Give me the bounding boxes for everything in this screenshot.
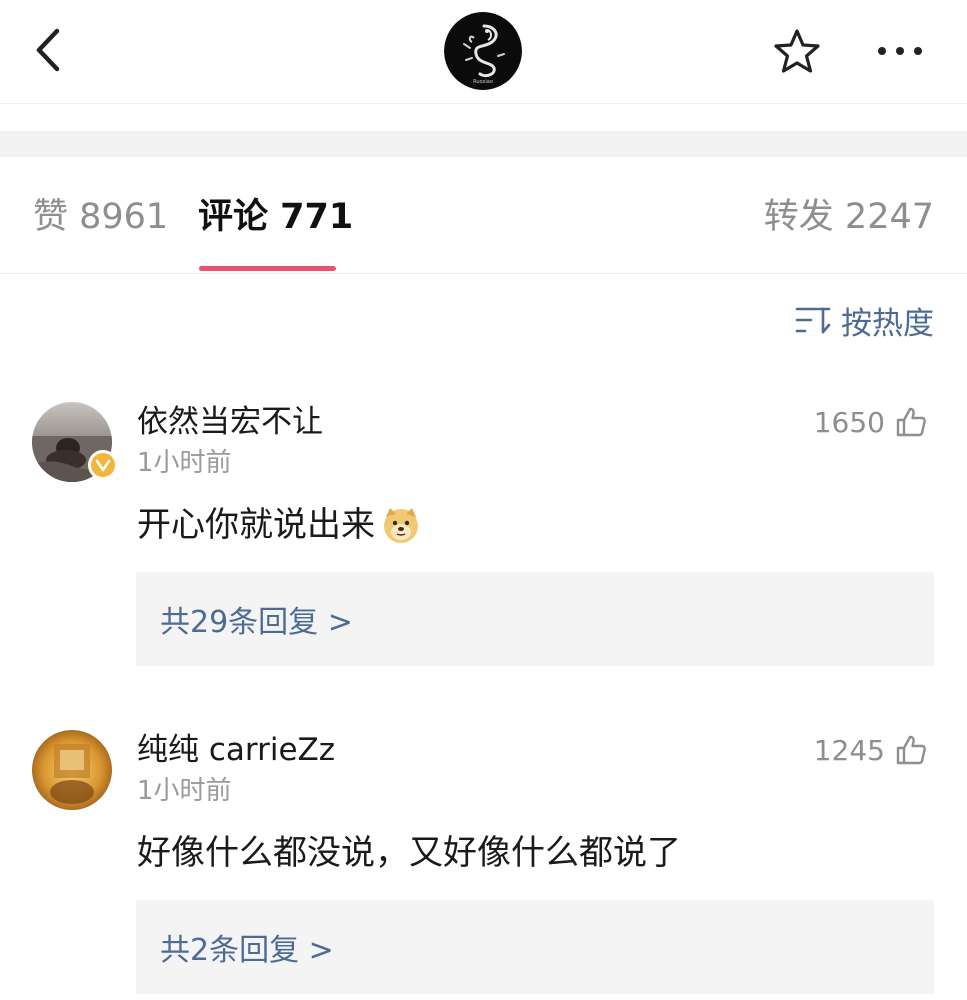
thumbs-up-icon: [896, 407, 926, 437]
more-dots-icon: [878, 47, 922, 55]
logo[interactable]: Ruoxiao: [444, 12, 522, 90]
star-outline-icon: [774, 29, 820, 73]
comment-body: 好像什么都没说，又好像什么都说了: [137, 833, 681, 873]
chevron-left-icon: [36, 28, 60, 72]
verified-badge-icon: [88, 450, 118, 480]
active-tab-indicator: [199, 266, 336, 271]
commenter-name[interactable]: 纯纯 carrieZz: [137, 730, 335, 770]
favorite-button[interactable]: [770, 24, 824, 78]
comment-time: 1小时前: [137, 776, 232, 806]
sort-icon: [795, 307, 831, 334]
like-count: 1650: [813, 405, 885, 439]
sort-label: 按热度: [841, 305, 934, 342]
view-replies-button[interactable]: 共29条回复 >: [136, 572, 934, 666]
comment-text: 开心你就说出来: [137, 502, 421, 548]
tab-likes[interactable]: 赞 8961: [33, 195, 168, 239]
commenter-name[interactable]: 依然当宏不让: [137, 402, 323, 442]
tab-comments[interactable]: 评论 771: [198, 195, 353, 239]
view-replies-button[interactable]: 共2条回复 >: [136, 900, 934, 994]
like-button[interactable]: 1650: [814, 402, 927, 442]
dragon-logo-icon: Ruoxiao: [444, 12, 522, 90]
tab-reposts[interactable]: 转发 2247: [764, 195, 934, 239]
back-button[interactable]: [26, 22, 70, 78]
doge-emoji-icon: [384, 508, 418, 543]
interaction-tabs: 赞 8961 评论 771 转发 2247: [0, 157, 967, 274]
thumbs-up-icon: [896, 735, 926, 765]
like-button[interactable]: 1245: [814, 730, 927, 770]
comment-text: 好像什么都没说，又好像什么都说了: [137, 830, 681, 876]
top-bar: Ruoxiao: [0, 0, 967, 104]
avatar-container[interactable]: [32, 402, 118, 484]
svg-text:Ruoxiao: Ruoxiao: [473, 79, 493, 85]
sort-button[interactable]: 按热度: [795, 298, 934, 342]
section-divider: [0, 131, 967, 157]
comment-time: 1小时前: [137, 448, 232, 478]
avatar-container[interactable]: [32, 730, 114, 812]
more-button[interactable]: [870, 24, 930, 78]
avatar: [32, 730, 112, 810]
comment-body: 开心你就说出来: [137, 505, 375, 545]
like-count: 1245: [813, 733, 885, 767]
